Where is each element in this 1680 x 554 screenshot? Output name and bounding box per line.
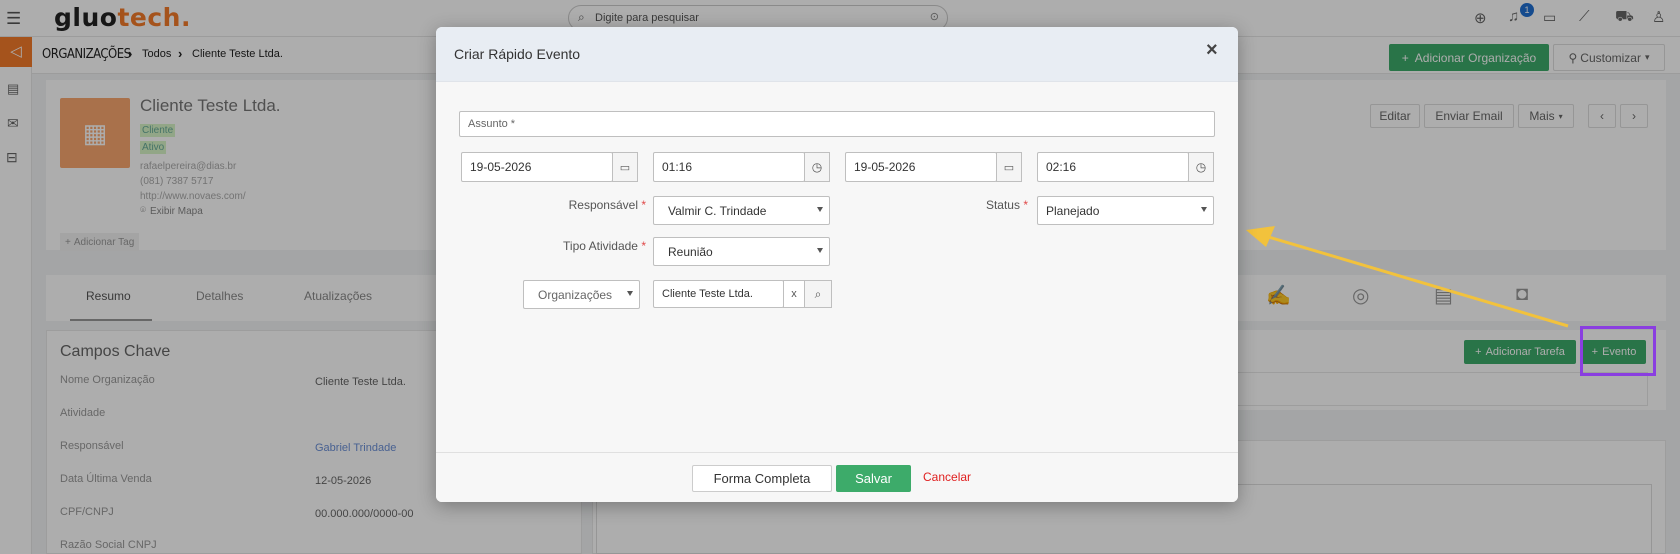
start-date-input[interactable]: 19-05-2026 (461, 152, 613, 182)
start-time-input[interactable]: 01:16 (653, 152, 805, 182)
dialog-footer: Forma Completa Salvar Cancelar (436, 452, 1238, 502)
full-form-button[interactable]: Forma Completa (692, 465, 832, 492)
dialog-header: Criar Rápido Evento × (436, 27, 1238, 82)
save-button[interactable]: Salvar (836, 465, 911, 492)
related-module-select[interactable]: Organizações (523, 280, 640, 309)
calendar-icon: ▭ (1003, 161, 1015, 174)
activity-type-select[interactable]: Reunião (653, 237, 830, 266)
subject-input[interactable]: Assunto * (459, 111, 1215, 137)
end-time-input[interactable]: 02:16 (1037, 152, 1189, 182)
quick-create-event-dialog: Criar Rápido Evento × Assunto * 19-05-20… (436, 27, 1238, 502)
end-date-input[interactable]: 19-05-2026 (845, 152, 997, 182)
end-date-calendar-button[interactable]: ▭ (996, 152, 1022, 182)
responsible-label: Responsável * (568, 198, 646, 212)
start-time-clock-button[interactable]: ◷ (804, 152, 830, 182)
start-date-calendar-button[interactable]: ▭ (612, 152, 638, 182)
search-icon: ⌕ (814, 286, 822, 301)
related-record-input[interactable]: Cliente Teste Ltda. (653, 280, 784, 308)
clock-icon: ◷ (811, 160, 823, 174)
cancel-link[interactable]: Cancelar (923, 470, 971, 484)
clear-related-button[interactable]: x (783, 280, 805, 308)
dialog-title: Criar Rápido Evento (454, 46, 581, 62)
close-icon[interactable]: × (1206, 39, 1218, 62)
responsible-select[interactable]: Valmir C. Trindade (653, 196, 830, 225)
activity-type-label: Tipo Atividade * (563, 239, 646, 253)
clock-icon: ◷ (1195, 160, 1207, 174)
calendar-icon: ▭ (619, 161, 631, 174)
status-select[interactable]: Planejado (1037, 196, 1214, 225)
status-label: Status * (985, 198, 1028, 212)
end-time-clock-button[interactable]: ◷ (1188, 152, 1214, 182)
search-related-button[interactable]: ⌕ (804, 280, 832, 308)
